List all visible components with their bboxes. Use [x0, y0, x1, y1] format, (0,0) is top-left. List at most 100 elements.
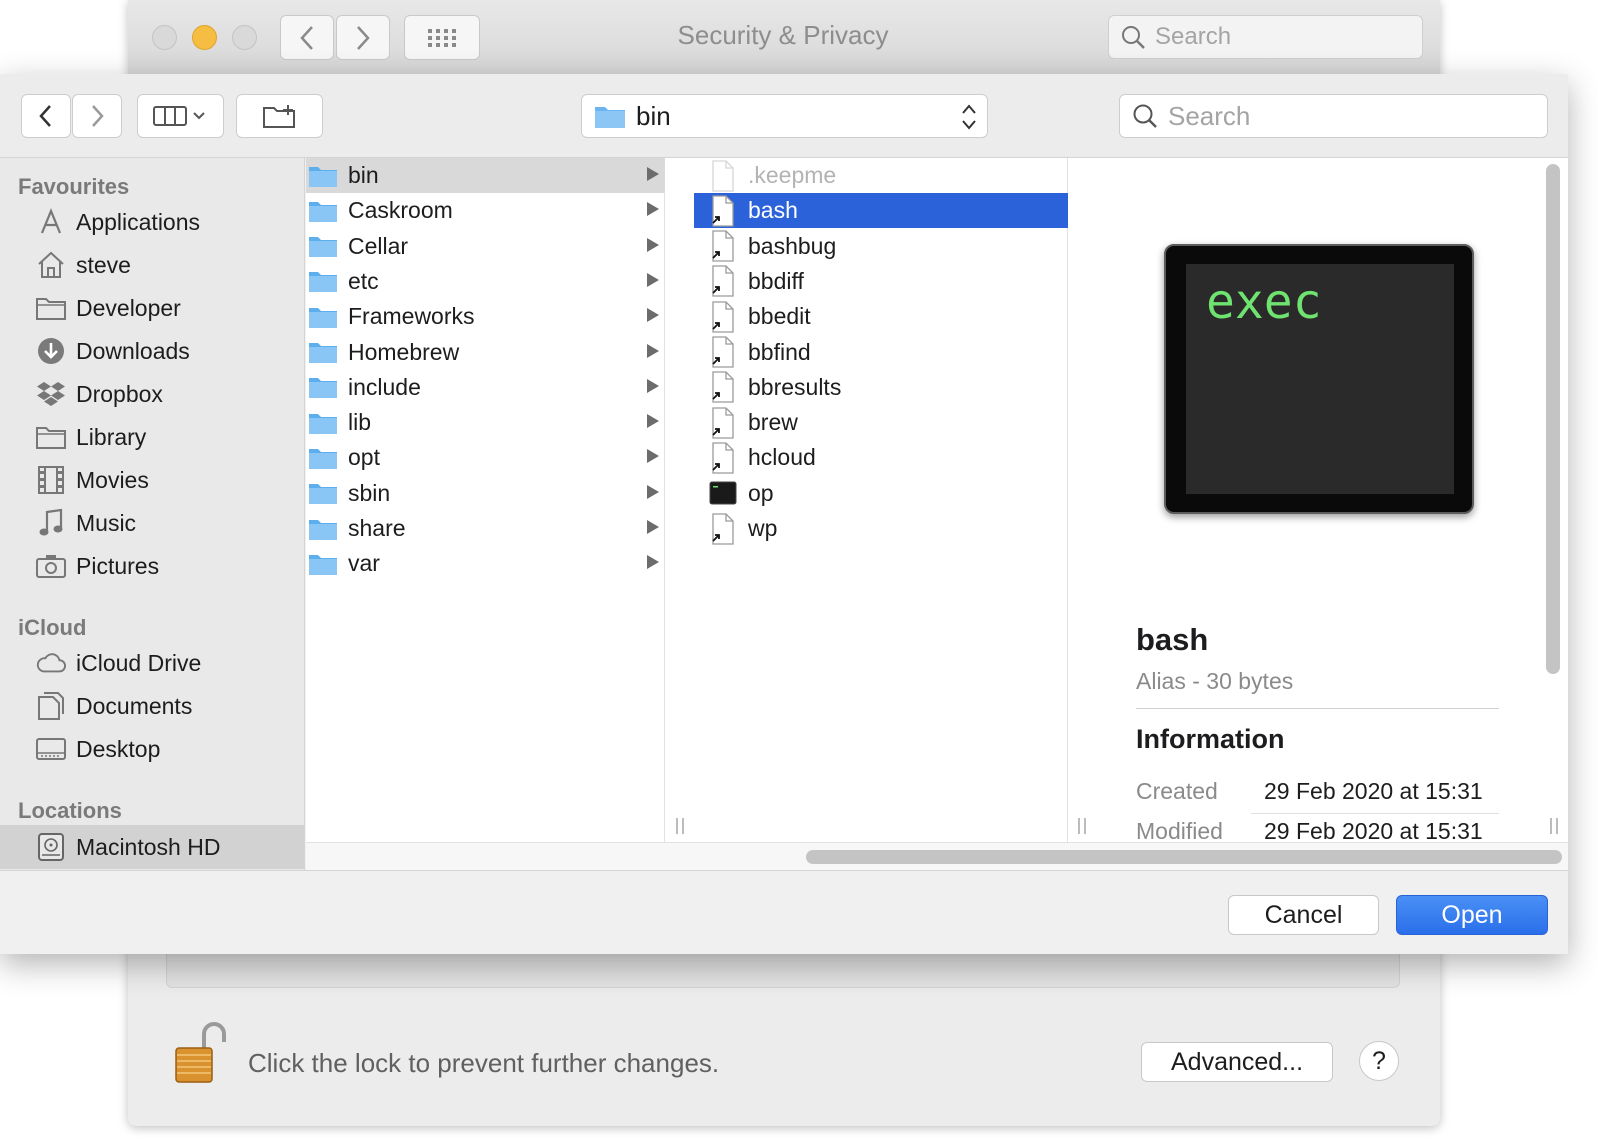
sidebar-item-label: Developer: [76, 294, 181, 321]
help-button[interactable]: ?: [1359, 1041, 1399, 1081]
folder-icon: [595, 107, 625, 128]
file-row-label: wp: [748, 515, 778, 541]
dropbox-icon: [36, 379, 66, 409]
folder-row-label: share: [348, 515, 406, 541]
dialog-footer: Cancel Open: [0, 870, 1568, 954]
sidebar-item-music[interactable]: Music: [0, 503, 304, 543]
disclosure-arrow-icon: [647, 167, 659, 181]
sidebar-item-library[interactable]: Library: [0, 417, 304, 457]
bg-forward-button[interactable]: [336, 15, 390, 60]
folder-icon: [306, 305, 340, 329]
bg-search-field[interactable]: Search: [1108, 15, 1423, 59]
column-resize-handle[interactable]: [676, 818, 684, 834]
folder-icon: [306, 269, 340, 293]
view-mode-button[interactable]: [137, 94, 224, 138]
cancel-button[interactable]: Cancel: [1228, 895, 1379, 935]
column-resize-handle[interactable]: [1550, 818, 1558, 834]
disclosure-arrow-icon: [647, 484, 659, 499]
applications-icon: [36, 207, 66, 237]
chevron-left-icon: [300, 25, 313, 50]
location-popup[interactable]: bin: [581, 94, 988, 138]
sidebar-item-movies[interactable]: Movies: [0, 460, 304, 500]
preview-file-kind: Alias - 30 bytes: [1136, 668, 1294, 694]
folder-row[interactable]: share: [306, 511, 665, 546]
unlocked-padlock-icon[interactable]: [174, 1020, 226, 1091]
sidebar-item-desktop[interactable]: Desktop: [0, 729, 304, 769]
folder-row[interactable]: Frameworks: [306, 299, 665, 334]
horizontal-scrollbar[interactable]: [806, 850, 1562, 864]
alias-file-icon: [706, 301, 740, 333]
advanced-button[interactable]: Advanced...: [1141, 1042, 1333, 1082]
file-row[interactable]: bbedit: [694, 299, 1068, 334]
file-row-label: bbedit: [748, 303, 811, 330]
folder-icon: [306, 481, 340, 505]
disclosure-arrow-icon: [647, 449, 659, 464]
movies-icon: [36, 465, 66, 495]
folder-row[interactable]: opt: [306, 440, 665, 475]
new-folder-button[interactable]: [236, 94, 323, 138]
open-button[interactable]: Open: [1396, 895, 1548, 935]
sidebar-item-label: Movies: [76, 466, 149, 493]
forward-button[interactable]: [72, 94, 122, 138]
folder-row[interactable]: Homebrew: [306, 335, 665, 370]
chevron-right-icon: [92, 105, 104, 127]
dialog-search-field[interactable]: Search: [1119, 94, 1548, 138]
file-row[interactable]: wp: [694, 511, 1068, 546]
lock-status-text: Click the lock to prevent further change…: [248, 1048, 720, 1078]
close-window-button[interactable]: [152, 25, 177, 50]
file-row-label: hcloud: [748, 444, 816, 471]
sidebar-header-locations: Locations: [18, 798, 122, 823]
file-row[interactable]: bbdiff: [694, 264, 1068, 299]
sidebar-item-pictures[interactable]: Pictures: [0, 546, 304, 586]
sidebar-item-label: Music: [76, 509, 137, 536]
sidebar-item-macintosh-hd[interactable]: Macintosh HD: [0, 825, 304, 869]
file-row[interactable]: brew: [694, 405, 1068, 440]
disclosure-arrow-icon: [647, 520, 659, 534]
sidebar-item-applications[interactable]: Applications: [0, 202, 304, 242]
disclosure-arrow-icon: [647, 343, 659, 358]
sidebar-item-label: iCloud Drive: [76, 649, 202, 676]
sidebar-header-icloud: iCloud: [18, 615, 87, 640]
folder-row[interactable]: etc: [306, 264, 665, 299]
column-resize-handle[interactable]: [1078, 818, 1086, 834]
file-column: .keepme bash bashbug bbdiff bbedit bbfind bbre…: [694, 158, 1068, 842]
sidebar-item-dropbox[interactable]: Dropbox: [0, 374, 304, 414]
file-row[interactable]: hcloud: [694, 440, 1068, 475]
show-all-button[interactable]: [404, 15, 480, 60]
folder-icon: [36, 293, 66, 323]
sidebar-item-label: Macintosh HD: [76, 833, 221, 860]
disclosure-arrow-icon: [647, 414, 659, 429]
preview-vertical-scrollbar[interactable]: [1546, 164, 1560, 674]
column-browser: bin Caskroom Cellar etc Frameworks Homebrew in…: [306, 158, 1568, 842]
alias-file-icon: [706, 265, 740, 298]
folder-row[interactable]: sbin: [306, 476, 665, 511]
file-row[interactable]: bbresults: [694, 370, 1068, 405]
minimize-window-button[interactable]: [192, 25, 217, 50]
zoom-window-button[interactable]: [232, 25, 257, 50]
folder-row[interactable]: include: [306, 370, 665, 405]
folder-row[interactable]: var: [306, 546, 665, 581]
grid-icon: [428, 28, 456, 47]
sidebar-item-steve[interactable]: steve: [0, 245, 304, 285]
folder-row[interactable]: Cellar: [306, 229, 665, 264]
alias-file-icon: [706, 336, 740, 368]
folder-row[interactable]: lib: [306, 405, 665, 440]
file-row[interactable]: bbfind: [694, 335, 1068, 370]
sidebar-item-developer[interactable]: Developer: [0, 288, 304, 328]
file-row[interactable]: bashbug: [694, 229, 1068, 264]
file-row[interactable]: .keepme: [694, 158, 1068, 193]
file-row[interactable]: op: [694, 476, 1068, 511]
file-row[interactable]: bash: [694, 193, 1068, 229]
back-button[interactable]: [21, 94, 71, 138]
sidebar-item-icloud-drive[interactable]: iCloud Drive: [0, 643, 304, 683]
folder-row[interactable]: bin: [306, 158, 665, 193]
alias-file-icon: [706, 230, 740, 262]
sidebar-item-downloads[interactable]: Downloads: [0, 331, 304, 371]
search-icon: [1122, 26, 1145, 49]
bg-back-button[interactable]: [280, 15, 334, 60]
folder-row[interactable]: Caskroom: [306, 193, 665, 228]
sidebar-item-documents[interactable]: Documents: [0, 686, 304, 726]
file-row-label: bash: [748, 197, 798, 224]
up-down-chevron-icon: [962, 104, 976, 130]
cloud-icon: [36, 648, 66, 678]
